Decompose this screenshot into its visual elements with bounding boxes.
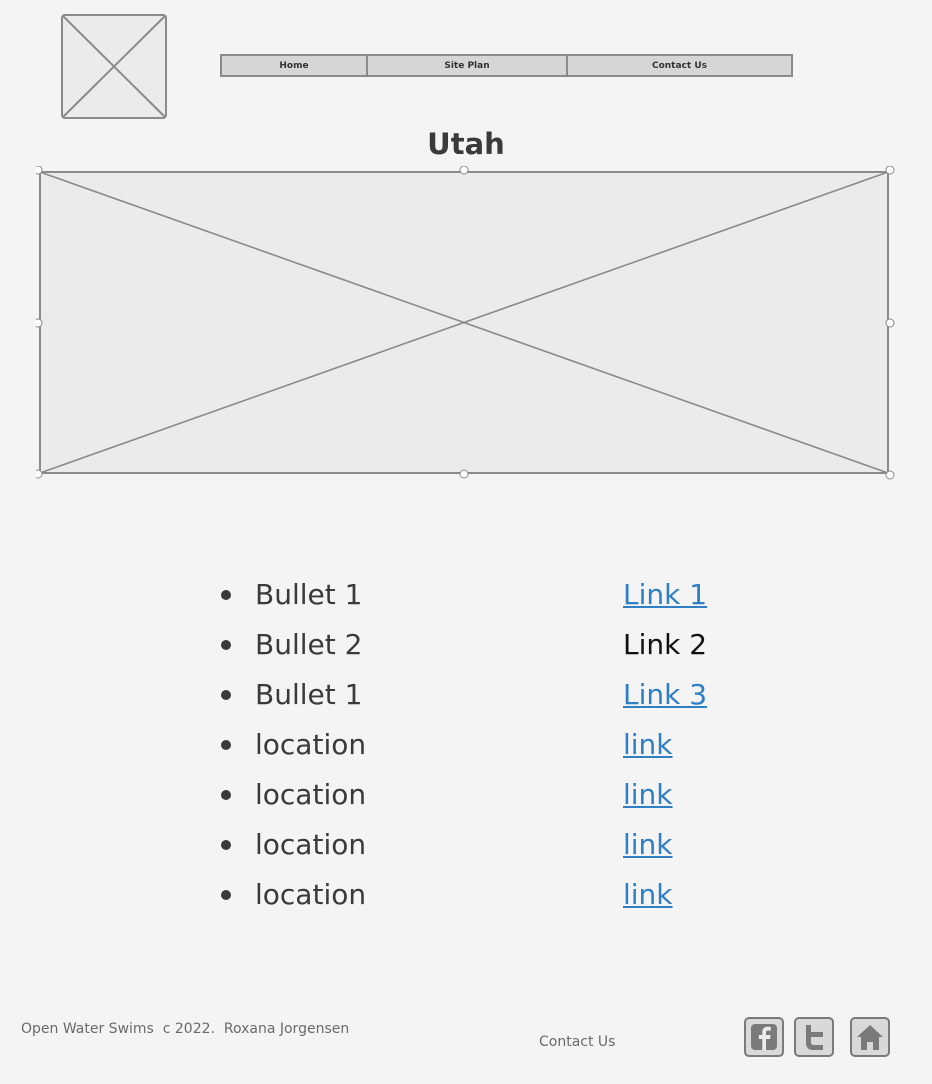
facebook-button[interactable] [744, 1017, 784, 1057]
link-list: Link 1 Link 2 Link 3 link link link link [623, 570, 823, 920]
bullet-icon [221, 740, 231, 750]
home-button[interactable] [850, 1017, 890, 1057]
list-item: location [212, 720, 472, 770]
list-item: Bullet 1 [212, 570, 472, 620]
page-title: Utah [427, 127, 505, 161]
location-link[interactable]: link [623, 731, 673, 759]
link-1[interactable]: Link 1 [623, 581, 707, 609]
footer-contact-link[interactable]: Contact Us [539, 1034, 615, 1050]
nav-home-button[interactable]: Home [222, 56, 368, 75]
location-link[interactable]: link [623, 831, 673, 859]
bullet-list: Bullet 1 Bullet 2 Bullet 1 location loca… [212, 570, 472, 920]
bullet-icon [221, 690, 231, 700]
link-row: link [623, 820, 823, 870]
bullet-label: Bullet 1 [255, 578, 363, 611]
home-icon [857, 1025, 883, 1050]
link-2[interactable]: Link 2 [623, 631, 707, 659]
link-row: Link 3 [623, 670, 823, 720]
list-item: location [212, 770, 472, 820]
bullet-label: location [255, 878, 367, 911]
list-item: location [212, 870, 472, 920]
bullet-label: location [255, 778, 367, 811]
link-row: link [623, 770, 823, 820]
bullet-label: location [255, 828, 367, 861]
bullet-label: location [255, 728, 367, 761]
bullet-icon [221, 640, 231, 650]
list-item: Bullet 2 [212, 620, 472, 670]
nav-site-plan-button[interactable]: Site Plan [368, 56, 568, 75]
bullet-icon [221, 890, 231, 900]
nav-contact-us-button[interactable]: Contact Us [568, 56, 791, 75]
nav-bar: Home Site Plan Contact Us [220, 54, 793, 77]
bullet-label: Bullet 1 [255, 678, 363, 711]
hero-image-placeholder[interactable] [33, 165, 896, 480]
link-row: link [623, 720, 823, 770]
list-item: Bullet 1 [212, 670, 472, 720]
link-3[interactable]: Link 3 [623, 681, 707, 709]
link-row: Link 1 [623, 570, 823, 620]
link-row: link [623, 870, 823, 920]
location-link[interactable]: link [623, 881, 673, 909]
bullet-icon [221, 840, 231, 850]
twitter-icon [806, 1025, 823, 1050]
bullet-icon [221, 790, 231, 800]
logo-placeholder [61, 14, 167, 119]
list-item: location [212, 820, 472, 870]
location-link[interactable]: link [623, 781, 673, 809]
bullet-icon [221, 590, 231, 600]
image-placeholder-icon [33, 165, 895, 480]
bullet-label: Bullet 2 [255, 628, 363, 661]
link-row: Link 2 [623, 620, 823, 670]
twitter-button[interactable] [794, 1017, 834, 1057]
facebook-icon [751, 1024, 777, 1050]
footer-copyright: Open Water Swims c 2022. Roxana Jorgense… [21, 1021, 350, 1037]
image-placeholder-icon [61, 14, 167, 119]
